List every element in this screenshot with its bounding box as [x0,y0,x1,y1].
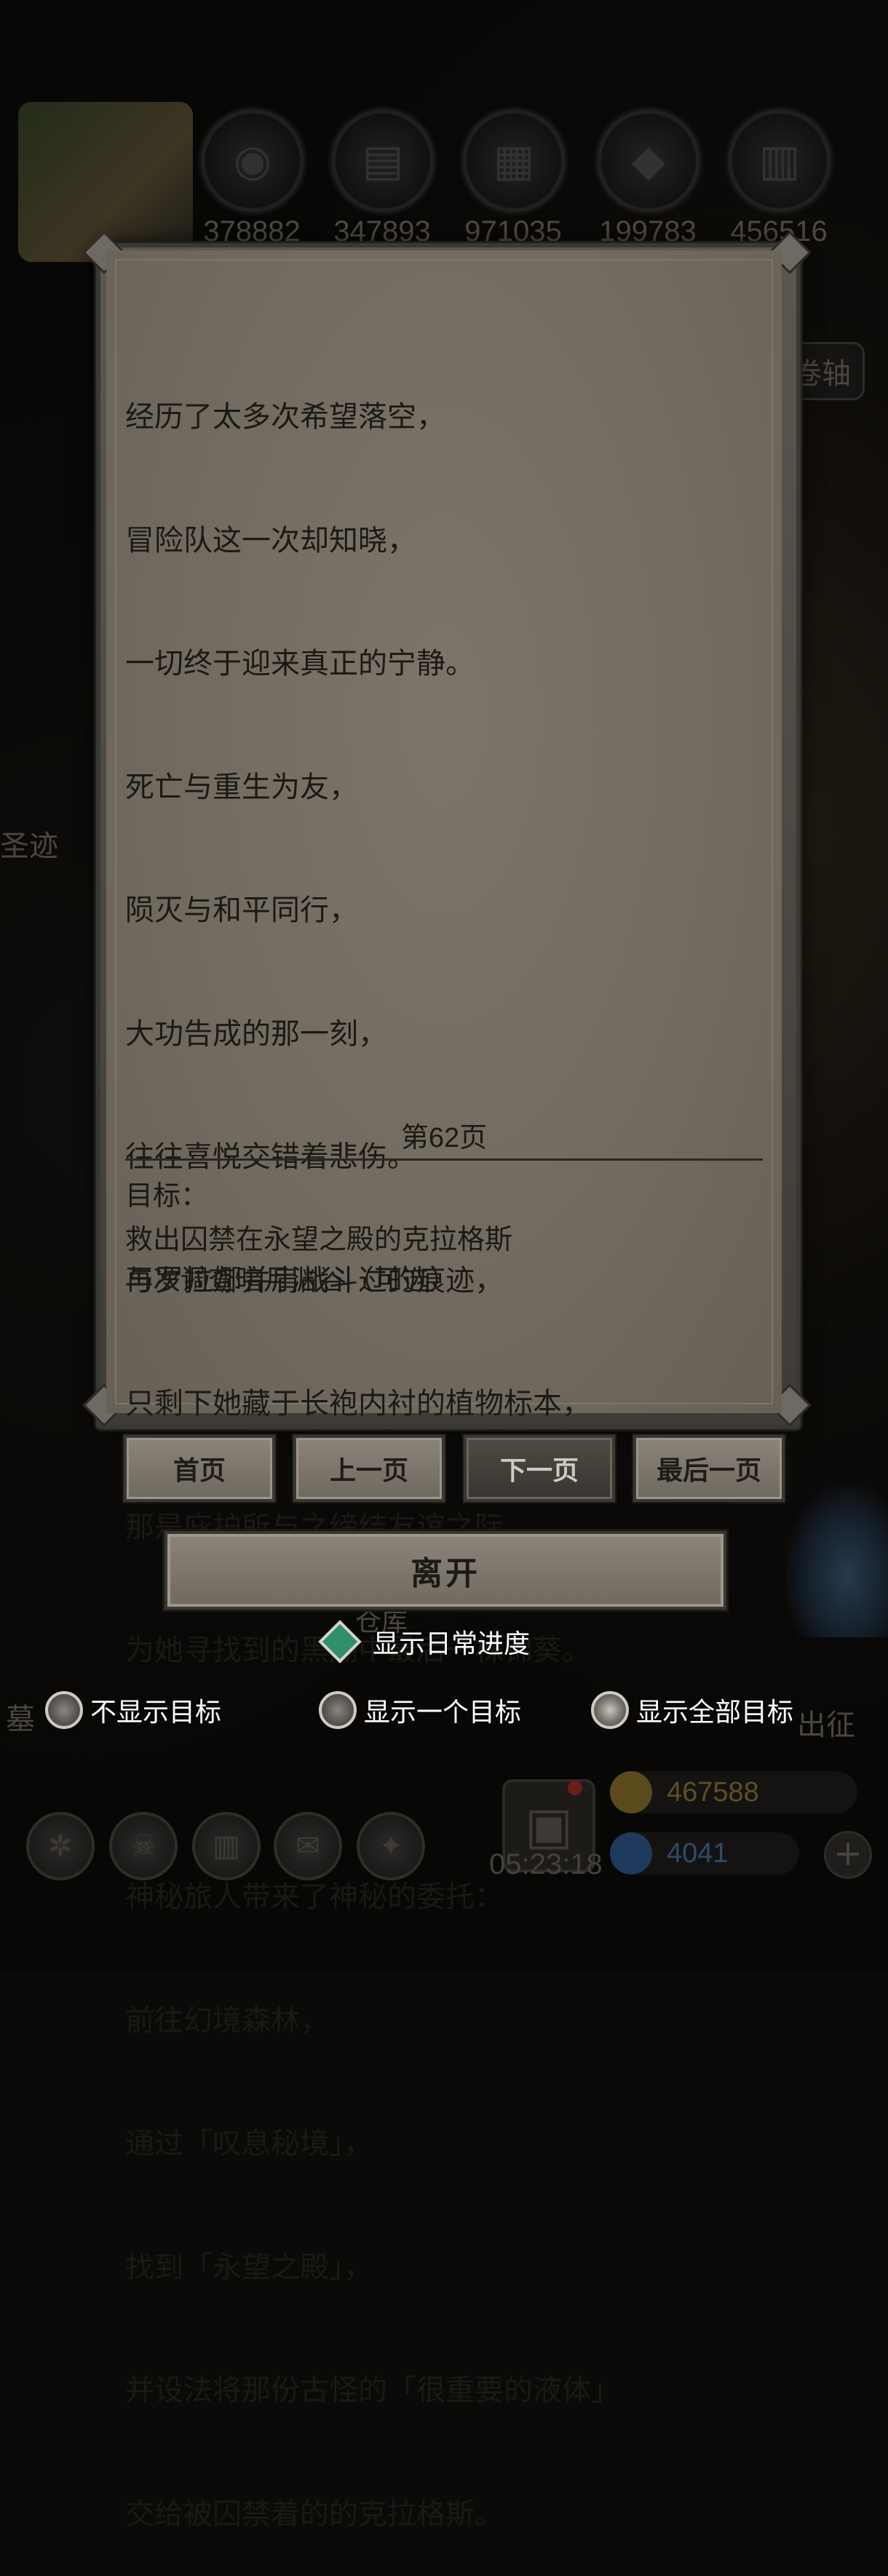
bg-side-label: 圣迹 [0,830,58,863]
bg-expedition-label: 出征 [797,1709,855,1742]
goal-item: 再次调查暗月渊谷（可选） [125,1264,458,1296]
story-line: 交给被囚禁着的的克拉格斯。 [125,2497,504,2531]
show-one-goal-label: 显示一个目标 [364,1698,522,1728]
bg-grave-label: 墓 [6,1703,35,1736]
resource-iron: ▦ 971035 [462,109,566,248]
show-all-goals-radio[interactable]: 显示全部目标 [591,1691,793,1729]
iron-icon: ▦ [462,109,566,212]
meat-icon: ◉ [201,109,304,212]
show-daily-toggle[interactable]: 显示日常进度 [318,1620,531,1663]
page-divider [125,1158,763,1161]
story-line: 经历了太多次希望落空， [125,400,445,434]
resource-ingot: ▥ 456516 [728,109,831,248]
prev-page-button[interactable]: 上一页 [293,1435,445,1502]
story-line: 大功告成的那一刻， [125,1017,387,1051]
menu-gear-icon: ✲ [26,1812,95,1880]
hide-goals-radio[interactable]: 不显示目标 [45,1691,221,1729]
story-line: 并设法将那份古怪的「很重要的液体」 [125,2374,620,2407]
show-daily-label: 显示日常进度 [373,1629,531,1659]
bg-crystal [786,1484,888,1637]
first-page-button[interactable]: 首页 [124,1435,275,1502]
story-line [125,1754,766,1795]
hide-goals-label: 不显示目标 [90,1698,222,1728]
story-line: 冒险队这一次却知晓， [125,523,416,557]
radio-icon [45,1691,83,1729]
story-line: 神秘旅人带来了神秘的委托： [125,1880,504,1914]
leave-button[interactable]: 离开 [164,1531,726,1610]
add-currency-icon: + [824,1831,872,1879]
goals-heading: 目标： [125,1180,209,1212]
goal-item: 救出囚禁在永望之殿的克拉格斯 [125,1223,513,1255]
story-line: 陨灭与和平同行， [125,894,358,927]
ingot-icon: ▥ [728,109,831,212]
story-line: 前往幻境森林， [125,2003,329,2038]
story-line: 找到「永望之殿」， [125,2250,373,2284]
diamond-checkbox-icon [318,1620,362,1663]
radio-icon [319,1691,357,1729]
page-number: 第62页 [400,1123,488,1153]
resource-meat: ◉ 378882 [201,109,304,248]
next-page-button[interactable]: 下一页 [464,1435,615,1502]
story-line: 通过「叹息秘境」， [125,2127,373,2160]
crystal-icon: ◆ [597,109,700,212]
story-line: 只剩下她藏于长袍内衬的植物标本， [125,1387,591,1420]
story-line: 死亡与重生为友， [125,770,358,804]
last-page-button[interactable]: 最后一页 [633,1435,785,1502]
show-all-goals-label: 显示全部目标 [636,1698,794,1728]
show-one-goal-radio[interactable]: 显示一个目标 [319,1691,521,1729]
wood-icon: ▤ [331,109,435,212]
resource-crystal: ◆ 199783 [597,109,700,248]
story-line: 一切终于迎来真正的宁静。 [125,647,475,680]
resource-wood: ▤ 347893 [331,109,435,248]
radio-selected-icon [591,1691,629,1729]
